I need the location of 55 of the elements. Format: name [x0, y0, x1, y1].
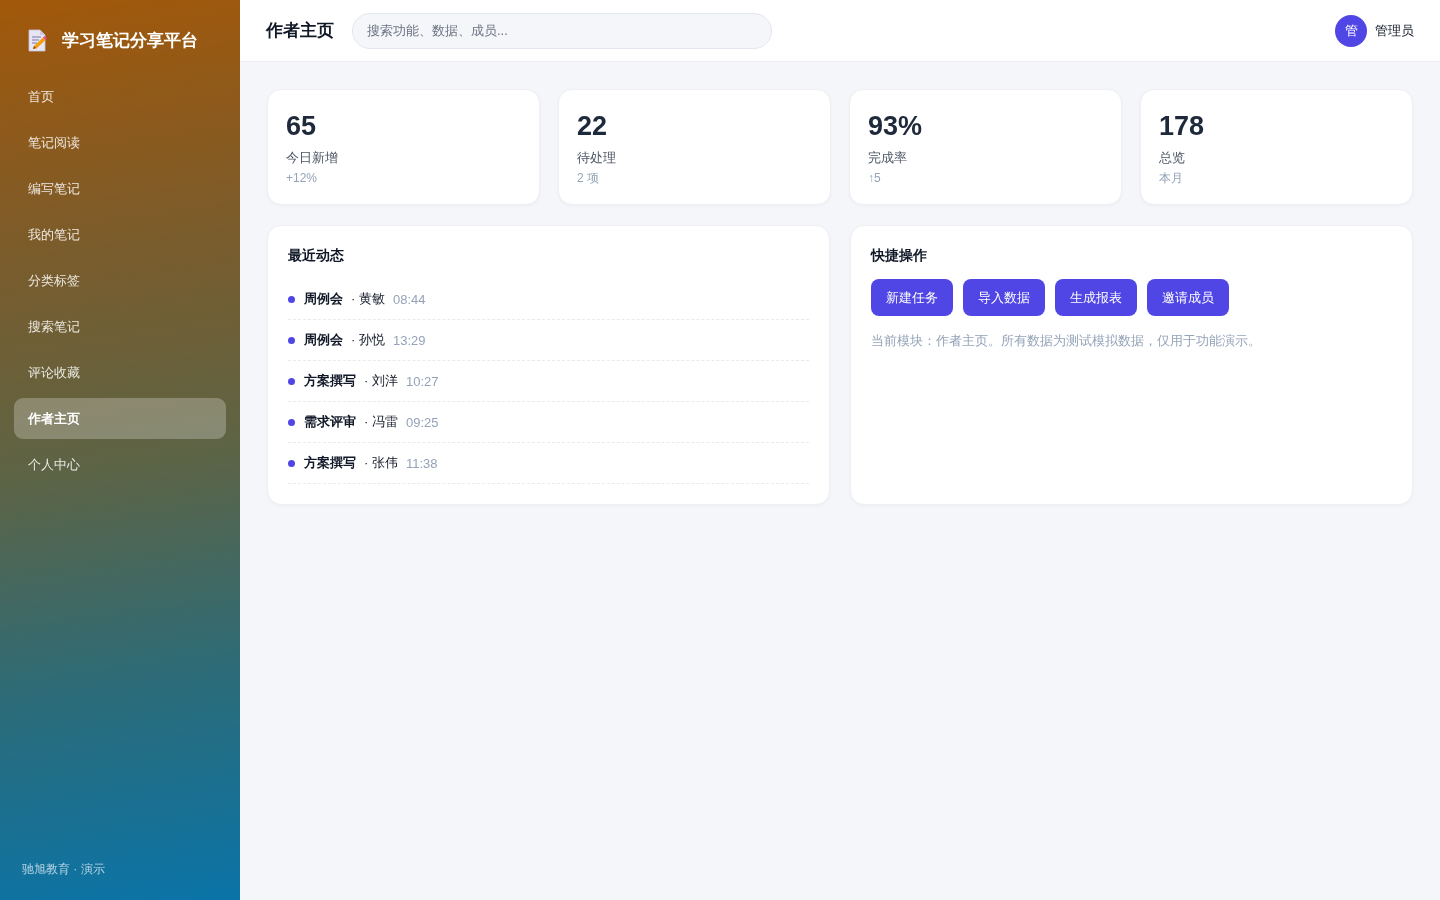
app-title: 学习笔记分享平台: [62, 29, 198, 52]
activity-person: · 冯雷: [364, 413, 398, 431]
dot-icon: [288, 377, 295, 385]
dot-icon: [288, 418, 295, 426]
stat-value: 93%: [868, 110, 924, 143]
stat-value: 65: [286, 110, 318, 143]
card-title: 快捷操作: [871, 246, 928, 264]
stat-label: 完成率: [868, 149, 908, 167]
card-title: 最近动态: [288, 246, 345, 264]
stat-note: ↑5: [868, 170, 882, 186]
user-name: 管理员: [1375, 21, 1414, 40]
document-pencil-icon: [28, 28, 48, 52]
stat-note: 本月: [1159, 170, 1184, 186]
sidebar-item[interactable]: 搜索笔记: [14, 306, 226, 347]
activity-person: · 黄敏: [351, 290, 385, 308]
activity-event: 方案撰写: [304, 454, 356, 472]
page-title: 作者主页: [266, 20, 334, 42]
footer-text: 驰旭教育 · 演示: [21, 861, 105, 878]
activity-person: · 张伟: [364, 454, 398, 472]
sidebar-item[interactable]: 评论收藏: [14, 352, 226, 393]
activity-time: 09:25: [405, 414, 439, 430]
action-button[interactable]: 导入数据: [963, 279, 1045, 316]
user-avatar[interactable]: 管: [1335, 14, 1367, 47]
activity-time: 13:29: [392, 332, 426, 348]
sidebar-item[interactable]: 作者主页: [14, 398, 226, 439]
action-button[interactable]: 新建任务: [871, 279, 953, 316]
sidebar-item[interactable]: 我的笔记: [14, 214, 226, 255]
search-field[interactable]: 搜索功能、数据、成员...: [352, 12, 772, 49]
stat-value: 22: [577, 110, 609, 143]
activity-event: 需求评审: [304, 413, 356, 431]
sidebar-item[interactable]: 个人中心: [14, 444, 226, 485]
sidebar-item[interactable]: 首页: [14, 76, 226, 117]
module-note: 当前模块：作者主页。所有数据为测试模拟数据，仅用于功能演示。: [871, 333, 1262, 350]
stat-note: 2 项: [577, 170, 600, 186]
activity-event: 周例会: [304, 331, 343, 349]
dot-icon: [288, 295, 295, 303]
activity-person: · 孙悦: [351, 331, 385, 349]
action-button[interactable]: 邀请成员: [1147, 279, 1229, 316]
activity-time: 11:38: [405, 455, 438, 471]
activity-event: 方案撰写: [304, 372, 356, 390]
sidebar-item[interactable]: 编写笔记: [14, 168, 226, 209]
stat-value: 178: [1159, 110, 1206, 143]
activity-time: 10:27: [405, 373, 439, 389]
stat-label: 总览: [1159, 149, 1186, 167]
stat-label: 待处理: [577, 149, 617, 167]
stat-note: +12%: [286, 170, 319, 186]
sidebar-item[interactable]: 分类标签: [14, 260, 226, 301]
dot-icon: [288, 459, 295, 467]
dot-icon: [288, 336, 295, 344]
activity-time: 08:44: [392, 291, 426, 307]
activity-person: · 刘洋: [364, 372, 398, 390]
sidebar-item[interactable]: 笔记阅读: [14, 122, 226, 163]
action-button[interactable]: 生成报表: [1055, 279, 1137, 316]
stat-label: 今日新增: [286, 149, 339, 167]
activity-event: 周例会: [304, 290, 343, 308]
